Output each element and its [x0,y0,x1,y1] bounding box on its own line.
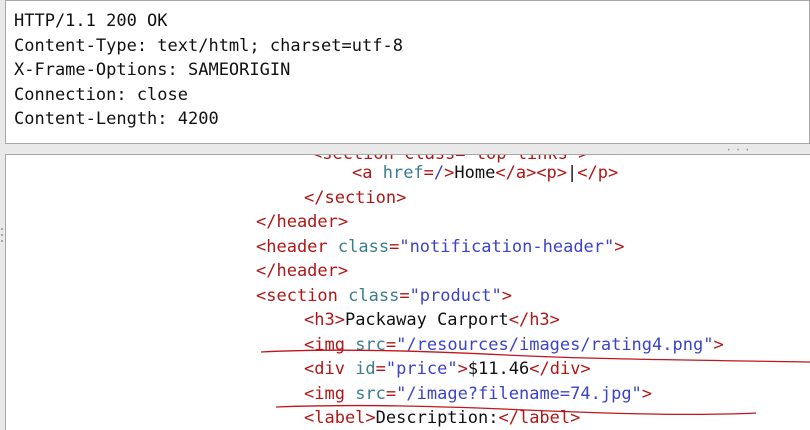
code-tag: <header [256,236,338,257]
code-tag: <section [256,285,349,306]
code-line: <header class="notification-header"> [256,235,625,260]
code-tag: > [501,285,512,306]
code-line: <img src="/image?filename=74.jpg"> [304,382,652,407]
code-attribute: src [355,383,386,404]
header-x-frame-options: X-Frame-Options: SAMEORIGIN [14,60,291,80]
code-line: </section> [304,186,406,211]
code-tag: <img [304,383,356,404]
code-attribute: id [355,359,376,379]
code-tag: = [399,285,410,306]
code-attribute: class [348,285,400,306]
code-value: "notification-header" [399,236,615,257]
code-tag: = [375,359,386,379]
code-tag: > [641,383,653,404]
code-line: <section class="product"> [256,284,512,309]
response-body-pane[interactable]: <section class="top-links"> <a href=/>Ho… [5,154,810,430]
code-value: "product" [409,285,502,306]
code-value: "/resources/images/rating4.png" [396,334,714,355]
code-tag: = [385,383,397,404]
code-tag: = [423,163,434,183]
code-line: <div id="price">$11.46</div> [304,357,591,382]
code-value: "price" [385,359,458,379]
code-tag: </p> [577,163,619,183]
code-tag: </header> [256,261,349,281]
code-tag: > [614,236,625,257]
code-attribute: class [337,236,390,257]
header-connection: Connection: close [14,84,188,105]
code-tag: </label> [498,408,581,428]
code-tag: </h3> [508,310,560,330]
code-text: Packaway Carport [344,310,509,330]
code-text: Description: [375,408,499,428]
code-tag: > [457,359,468,379]
code-tag: <h3> [304,310,345,330]
header-content-length: Content-Length: 4200 [14,109,219,129]
code-tag: > [713,334,724,355]
code-attribute: href [382,163,424,183]
code-line: </header> [256,259,348,284]
pane-splitter[interactable]: • • • [0,144,810,154]
code-attribute: src [355,334,386,355]
code-value: / [433,163,445,183]
code-tag: </div> [529,359,591,379]
code-tag: = [389,236,400,257]
code-line: </header> [256,210,348,235]
code-line: <a href=/>Home</a><p>|</p> [352,161,618,186]
code-line: <h3>Packaway Carport</h3> [304,308,560,333]
code-tag: <a [352,163,383,183]
code-tag: </a><p> [495,163,568,183]
status-line: HTTP/1.1 200 OK [14,11,168,31]
code-tag: </header> [256,212,349,232]
code-text: Home [454,163,496,183]
code-line: <img src="/resources/images/rating4.png"… [304,333,724,358]
code-tag: > [444,163,455,183]
code-tag: = [385,334,397,355]
code-line: <label>Description:</label> [304,406,580,430]
code-value: "/image?filename=74.jpg" [396,383,642,404]
code-tag: <img [304,334,356,355]
code-tag: <label> [304,408,376,428]
code-text: $11.46 [467,359,530,379]
code-tag: <div [304,359,356,379]
side-resize-grip-icon[interactable] [0,228,4,248]
code-tag: </section> [304,187,407,208]
code-text: | [567,163,578,183]
header-content-type: Content-Type: text/html; charset=utf-8 [14,35,403,56]
response-headers-pane[interactable]: HTTP/1.1 200 OK Content-Type: text/html;… [5,0,810,144]
